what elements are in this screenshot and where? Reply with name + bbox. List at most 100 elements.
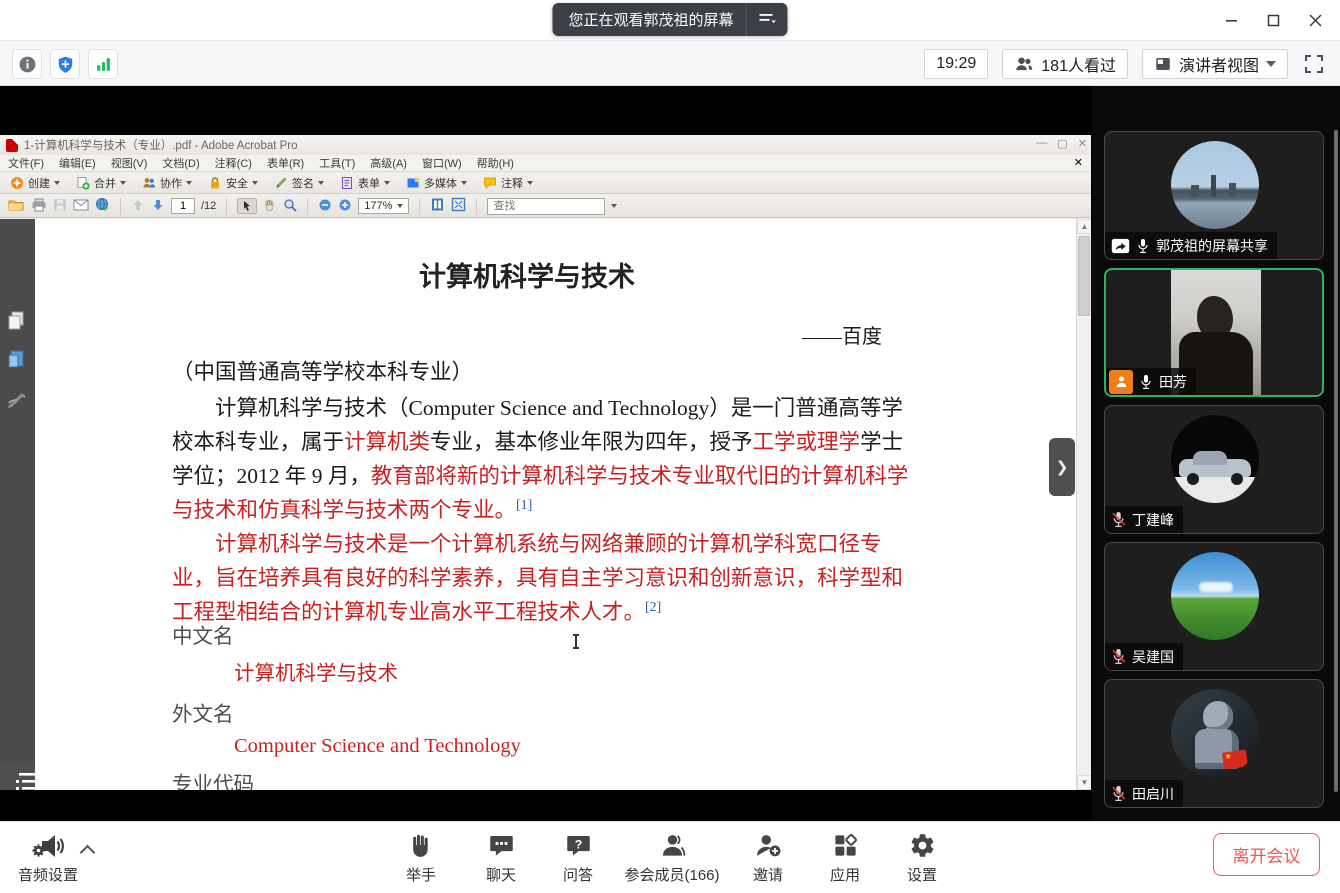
menu-view[interactable]: 视图(V) — [111, 155, 148, 171]
zoom-tool-button[interactable] — [283, 198, 297, 215]
close-button[interactable] — [1298, 6, 1332, 34]
viewer-count-text: 181人看过 — [1041, 52, 1116, 76]
banner-menu-button[interactable] — [746, 3, 788, 36]
citation-link[interactable]: [2] — [645, 600, 661, 615]
participant-tile[interactable]: 田启川 — [1104, 679, 1324, 808]
acrobat-maximize-button[interactable]: ▢ — [1057, 137, 1067, 150]
save-button[interactable] — [53, 198, 67, 215]
scroll-up-arrow[interactable]: ▲ — [1077, 219, 1091, 234]
email-button[interactable] — [73, 199, 89, 214]
doc-paragraph-line: 业，旨在培养具有良好的科学素养，具有自主学习意识和创新意识，科学型和 — [172, 561, 903, 592]
avatar — [1171, 552, 1259, 640]
audio-settings-control[interactable]: 音频设置 — [18, 832, 94, 885]
acrobat-close-button[interactable]: ✕ — [1078, 137, 1087, 150]
participant-tile[interactable]: 郭茂祖的屏幕共享 — [1104, 131, 1324, 260]
meeting-info-button[interactable] — [12, 49, 42, 79]
menu-advanced[interactable]: 高级(A) — [370, 155, 407, 171]
open-button[interactable] — [8, 198, 25, 215]
view-mode-label: 演讲者视图 — [1179, 52, 1259, 76]
email-icon — [73, 199, 89, 211]
participant-label: 吴建国 — [1105, 643, 1183, 670]
network-quality-button[interactable] — [88, 49, 118, 79]
pdf-file-icon — [6, 139, 18, 152]
select-tool-button[interactable] — [237, 198, 257, 214]
participants-button[interactable]: 参会成员(166) — [617, 832, 727, 885]
tool-sign-button[interactable]: 签名 — [274, 175, 324, 191]
participant-label: 田启川 — [1105, 780, 1183, 807]
participant-tile[interactable]: 丁建峰 — [1104, 405, 1324, 534]
meeting-toolbar: 19:29 181人看过 演讲者视图 — [0, 40, 1340, 86]
acrobat-minimize-button[interactable]: — — [1036, 137, 1047, 150]
leave-meeting-button[interactable]: 离开会议 — [1213, 833, 1320, 876]
hand-tool-icon — [263, 198, 277, 212]
menu-tools[interactable]: 工具(T) — [319, 155, 355, 171]
zoom-level-select[interactable]: 177% — [358, 198, 409, 214]
zoom-in-button[interactable] — [338, 198, 352, 215]
gear-icon — [909, 832, 936, 859]
scroll-down-arrow[interactable]: ▼ — [1077, 775, 1091, 790]
minimize-button[interactable] — [1214, 6, 1248, 34]
zoom-out-button[interactable] — [318, 198, 332, 215]
maximize-icon — [1267, 14, 1280, 27]
sidebar-scrollbar[interactable] — [1334, 130, 1338, 792]
pages-panel-icon[interactable] — [7, 349, 27, 371]
participant-tile[interactable]: 吴建国 — [1104, 542, 1324, 671]
menu-file[interactable]: 文件(F) — [8, 155, 44, 171]
tool-create-button[interactable]: 创建 — [10, 175, 60, 191]
participant-tile-active-speaker[interactable]: 田芳 — [1104, 268, 1324, 397]
upload-web-button[interactable] — [95, 197, 110, 215]
hand-tool-button[interactable] — [263, 198, 277, 215]
fullscreen-button[interactable] — [1302, 52, 1326, 76]
participant-name: 丁建峰 — [1132, 510, 1174, 530]
next-page-button[interactable] — [151, 198, 165, 215]
previous-page-button[interactable] — [131, 198, 145, 215]
gear-overlay — [32, 844, 44, 856]
tool-forms-button[interactable]: 表单 — [340, 175, 390, 191]
doc-paragraph-line: 学位；2012 年 9 月，教育部将新的计算机科学与技术专业取代旧的计算机科学 — [172, 459, 908, 490]
find-options-caret[interactable] — [611, 204, 617, 208]
doc-subtitle: （中国普通高等学校本科专业） — [172, 355, 473, 386]
tool-secure-button[interactable]: 安全 — [208, 175, 258, 191]
avatar — [1171, 689, 1259, 777]
scrolling-mode-button[interactable] — [430, 197, 445, 215]
screen-share-icon — [1111, 238, 1130, 254]
pdf-document-page[interactable]: 计算机科学与技术 ——百度 （中国普通高等学校本科专业） 计算机科学与技术（Co… — [35, 219, 1076, 790]
page-thumbnails-icon[interactable] — [7, 311, 27, 333]
participant-name: 郭茂祖的屏幕共享 — [1156, 236, 1268, 256]
combine-icon — [76, 176, 90, 190]
menu-window[interactable]: 窗口(W) — [422, 155, 462, 171]
maximize-button[interactable] — [1256, 6, 1290, 34]
menu-edit[interactable]: 编辑(E) — [59, 155, 96, 171]
security-button[interactable] — [50, 49, 80, 79]
view-mode-selector[interactable]: 演讲者视图 — [1142, 49, 1288, 79]
document-scrollbar[interactable]: ▲ ▼ — [1076, 219, 1091, 790]
settings-button[interactable]: 设置 — [867, 832, 977, 885]
menu-forms[interactable]: 表单(R) — [267, 155, 304, 171]
doc-paragraph-line: 工程型相结合的计算机专业高水平工程技术人才。[2] — [172, 595, 661, 626]
globe-icon — [95, 197, 110, 212]
select-tool-icon — [241, 200, 253, 212]
panel-expand-handle[interactable]: ❯ — [1049, 438, 1075, 496]
scrollbar-thumb[interactable] — [1078, 236, 1090, 316]
tool-comment-button[interactable]: 注释 — [483, 175, 533, 191]
menubar-close-icon[interactable]: ✕ — [1074, 156, 1083, 169]
print-button[interactable] — [31, 198, 47, 215]
viewers-icon — [1014, 55, 1034, 73]
citation-link[interactable]: [1] — [516, 498, 532, 513]
audio-options-chevron[interactable] — [82, 844, 94, 856]
tool-combine-button[interactable]: 合并 — [76, 175, 126, 191]
find-input[interactable] — [487, 198, 605, 215]
speaker-view-icon — [1154, 55, 1172, 73]
menu-comments[interactable]: 注释(C) — [215, 155, 252, 171]
page-number-input[interactable] — [171, 198, 195, 214]
tool-multimedia-button[interactable]: 多媒体 — [406, 175, 467, 191]
form-icon — [340, 176, 354, 190]
multimedia-icon — [406, 176, 420, 190]
tool-collaborate-button[interactable]: 协作 — [142, 175, 192, 191]
fit-page-button[interactable] — [451, 197, 466, 215]
printer-icon — [31, 198, 47, 212]
menu-help[interactable]: 帮助(H) — [477, 155, 514, 171]
signatures-panel-icon[interactable] — [7, 389, 27, 411]
menu-document[interactable]: 文档(D) — [162, 155, 199, 171]
viewer-count[interactable]: 181人看过 — [1002, 49, 1128, 79]
